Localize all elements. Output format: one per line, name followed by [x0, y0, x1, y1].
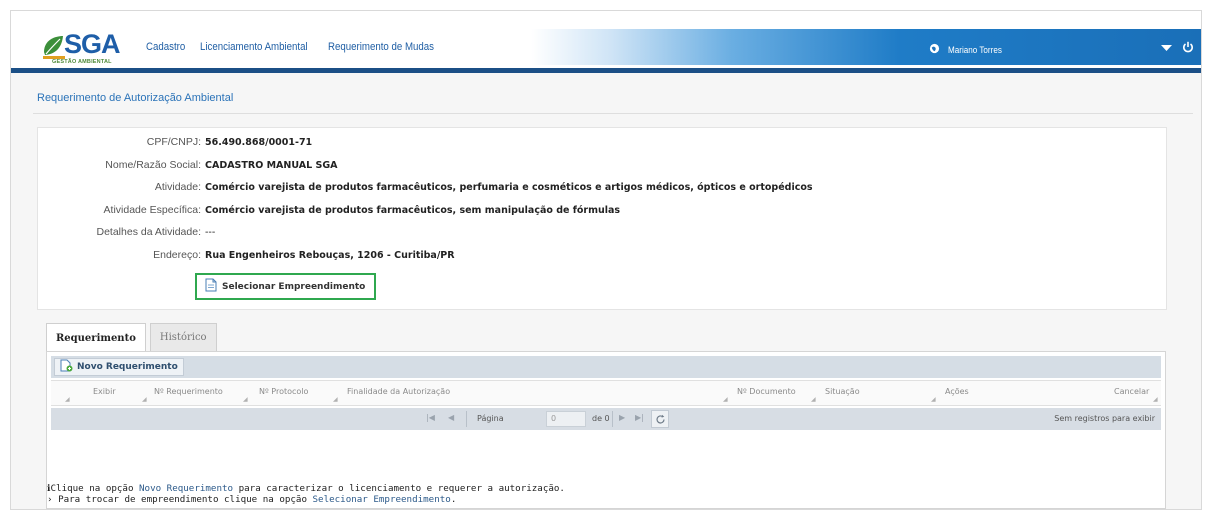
info-label: Detalhes da Atividade: — [96, 226, 202, 238]
tab-bar: Requerimento Histórico — [46, 323, 217, 352]
first-page-icon[interactable]: |◀ — [426, 413, 435, 422]
col-finalidade[interactable]: Finalidade da Autorização — [347, 387, 450, 396]
empty-records-text: Sem registros para exibir — [1054, 414, 1155, 423]
header-actions — [1161, 41, 1194, 56]
grid-header: Exibir ◢ Nº Requerimento ◢ Nº Protocolo … — [51, 380, 1161, 406]
next-page-icon[interactable]: ▶ — [619, 413, 625, 422]
info-row-cpf-cnpj: CPF/CNPJ: 56.490.868/0001-71 — [38, 136, 312, 148]
sort-arrow-icon: ◢ — [333, 397, 338, 403]
sort-arrow-icon: ◢ — [723, 397, 728, 403]
sort-arrow-icon: ◢ — [811, 397, 816, 403]
page-of-label: de 0 — [592, 414, 610, 423]
info-value: --- — [205, 227, 216, 238]
user-name: Mariano Torres — [948, 45, 1002, 55]
help-text-part: Clique na opção — [50, 483, 140, 494]
info-value: Comércio varejista de produtos farmacêut… — [205, 205, 621, 216]
help-highlight: Novo Requerimento — [139, 483, 234, 494]
header-bottom-bar — [11, 68, 1201, 73]
col-exibir[interactable]: Exibir — [93, 387, 116, 396]
col-acoes[interactable]: Ações — [945, 387, 969, 396]
col-protocolo[interactable]: Nº Protocolo — [259, 387, 308, 396]
help-text-part: . — [450, 494, 457, 505]
prev-page-icon[interactable]: ◀ — [448, 413, 454, 422]
info-value: CADASTRO MANUAL SGA — [205, 160, 338, 171]
info-value: Comércio varejista de produtos farmacêut… — [205, 182, 813, 193]
novo-requerimento-button[interactable]: Novo Requerimento — [54, 358, 184, 376]
logo-subtitle: GESTÃO AMBIENTAL — [52, 59, 112, 65]
sort-arrow-icon: ◢ — [1153, 397, 1158, 403]
page-title: Requerimento de Autorização Ambiental — [37, 92, 234, 104]
tab-historico[interactable]: Histórico — [149, 323, 217, 351]
empreendimento-info-panel: CPF/CNPJ: 56.490.868/0001-71 Nome/Razão … — [37, 127, 1167, 310]
refresh-icon[interactable] — [651, 410, 669, 428]
sort-arrow-icon: ◢ — [65, 397, 70, 403]
tab-requerimento[interactable]: Requerimento — [46, 323, 146, 352]
user-menu[interactable]: Mariano Torres — [929, 43, 1008, 57]
title-divider — [33, 113, 1193, 114]
info-row-nome: Nome/Razão Social: CADASTRO MANUAL SGA — [38, 159, 337, 171]
sort-arrow-icon: ◢ — [142, 397, 147, 403]
col-cancelar[interactable]: Cancelar — [1114, 387, 1149, 396]
page-label: Página — [477, 414, 504, 423]
new-document-icon — [60, 359, 73, 375]
help-line-1: ℹClique na opção Novo Requerimento para … — [47, 483, 565, 494]
app-window: SGA GESTÃO AMBIENTAL Cadastro Licenciame… — [10, 10, 1202, 510]
nav-item-cadastro[interactable]: Cadastro — [146, 41, 186, 53]
col-documento[interactable]: Nº Documento — [737, 387, 796, 396]
sort-arrow-icon: ◢ — [931, 397, 936, 403]
info-row-atividade: Atividade: Comércio varejista de produto… — [38, 181, 813, 193]
info-label: Atividade Específica: — [103, 204, 201, 216]
nav-item-requerimento-de-mudas[interactable]: Requerimento de Mudas — [328, 41, 434, 53]
col-requerimento[interactable]: Nº Requerimento — [154, 387, 223, 396]
help-line-2: › Para trocar de empreendimento clique n… — [47, 494, 565, 505]
col-situacao[interactable]: Situação — [825, 387, 860, 396]
top-header: SGA GESTÃO AMBIENTAL Cadastro Licenciame… — [11, 11, 1201, 73]
pager-separator — [466, 411, 467, 427]
info-label: CPF/CNPJ: — [146, 136, 201, 148]
globe-icon — [929, 43, 940, 57]
select-empreendimento-label: Selecionar Empreendimento — [222, 281, 366, 292]
logo-text: SGA — [64, 29, 121, 59]
info-label: Nome/Razão Social: — [105, 159, 201, 171]
info-value: 56.490.868/0001-71 — [205, 137, 313, 148]
info-value: Rua Engenheiros Rebouças, 1206 - Curitib… — [205, 250, 455, 261]
info-row-detalhes: Detalhes da Atividade: --- — [38, 226, 216, 238]
sort-arrow-icon: ◢ — [243, 397, 248, 403]
document-icon — [205, 278, 217, 295]
info-label: Endereço: — [153, 249, 201, 261]
novo-requerimento-label: Novo Requerimento — [77, 362, 178, 372]
help-highlight: Selecionar Empreendimento — [312, 494, 451, 505]
page-number-input[interactable]: 0 — [546, 411, 586, 427]
dropdown-caret-icon[interactable] — [1161, 43, 1172, 55]
nav-item-licenciamento-ambiental[interactable]: Licenciamento Ambiental — [200, 41, 308, 53]
help-text-part: para caracterizar o licenciamento e requ… — [233, 483, 565, 494]
header-gradient-band — [531, 29, 1201, 65]
last-page-icon[interactable]: ▶| — [635, 413, 644, 422]
help-text-part: › Para trocar de empreendimento clique n… — [47, 494, 313, 505]
grid-pager: |◀ ◀ Página 0 de 0 ▶ ▶| Sem registros pa… — [51, 408, 1161, 430]
power-icon[interactable] — [1182, 41, 1194, 56]
grid-toolbar: Novo Requerimento — [51, 356, 1161, 378]
select-empreendimento-button[interactable]: Selecionar Empreendimento — [195, 273, 376, 300]
info-row-endereco: Endereço: Rua Engenheiros Rebouças, 1206… — [38, 249, 455, 261]
help-text: ℹClique na opção Novo Requerimento para … — [47, 483, 565, 505]
info-row-atividade-especifica: Atividade Específica: Comércio varejista… — [38, 204, 621, 216]
pager-separator — [612, 411, 613, 427]
app-logo[interactable]: SGA GESTÃO AMBIENTAL — [41, 29, 136, 69]
main-nav: Cadastro Licenciamento Ambiental Requeri… — [146, 41, 448, 53]
info-label: Atividade: — [154, 181, 201, 193]
